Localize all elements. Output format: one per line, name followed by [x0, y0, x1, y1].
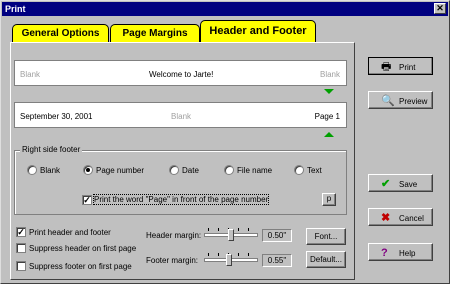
close-icon: ✕	[436, 3, 444, 13]
help-button-label: Help	[399, 249, 416, 258]
save-button[interactable]: ✔ Save	[368, 174, 433, 192]
x-icon: ✖	[381, 212, 391, 224]
printer-icon: 🖶	[381, 61, 392, 73]
cancel-button[interactable]: ✖ Cancel	[368, 208, 433, 226]
close-button[interactable]: ✕	[434, 3, 446, 14]
magnifier-page-icon: 🔍	[381, 95, 395, 107]
tab-general-options[interactable]: General Options	[12, 24, 109, 42]
question-icon: ?	[381, 247, 388, 259]
title-bar: Print	[2, 2, 448, 16]
tab-panel	[10, 42, 355, 280]
preview-button[interactable]: 🔍 Preview	[368, 91, 433, 109]
tab-label: Header and Footer	[209, 25, 307, 37]
save-button-label: Save	[399, 180, 418, 189]
help-button[interactable]: ? Help	[368, 243, 433, 261]
tab-page-margins[interactable]: Page Margins	[110, 24, 200, 42]
print-button-label: Print	[399, 63, 416, 72]
cancel-button-label: Cancel	[399, 214, 424, 223]
tab-label: Page Margins	[122, 28, 188, 39]
print-button[interactable]: 🖶 Print	[368, 57, 433, 75]
tab-header-and-footer[interactable]: Header and Footer	[200, 20, 316, 42]
window-title: Print	[5, 4, 26, 14]
checkmark-icon: ✔	[381, 178, 391, 190]
tab-label: General Options	[21, 28, 100, 39]
preview-button-label: Preview	[399, 97, 428, 106]
